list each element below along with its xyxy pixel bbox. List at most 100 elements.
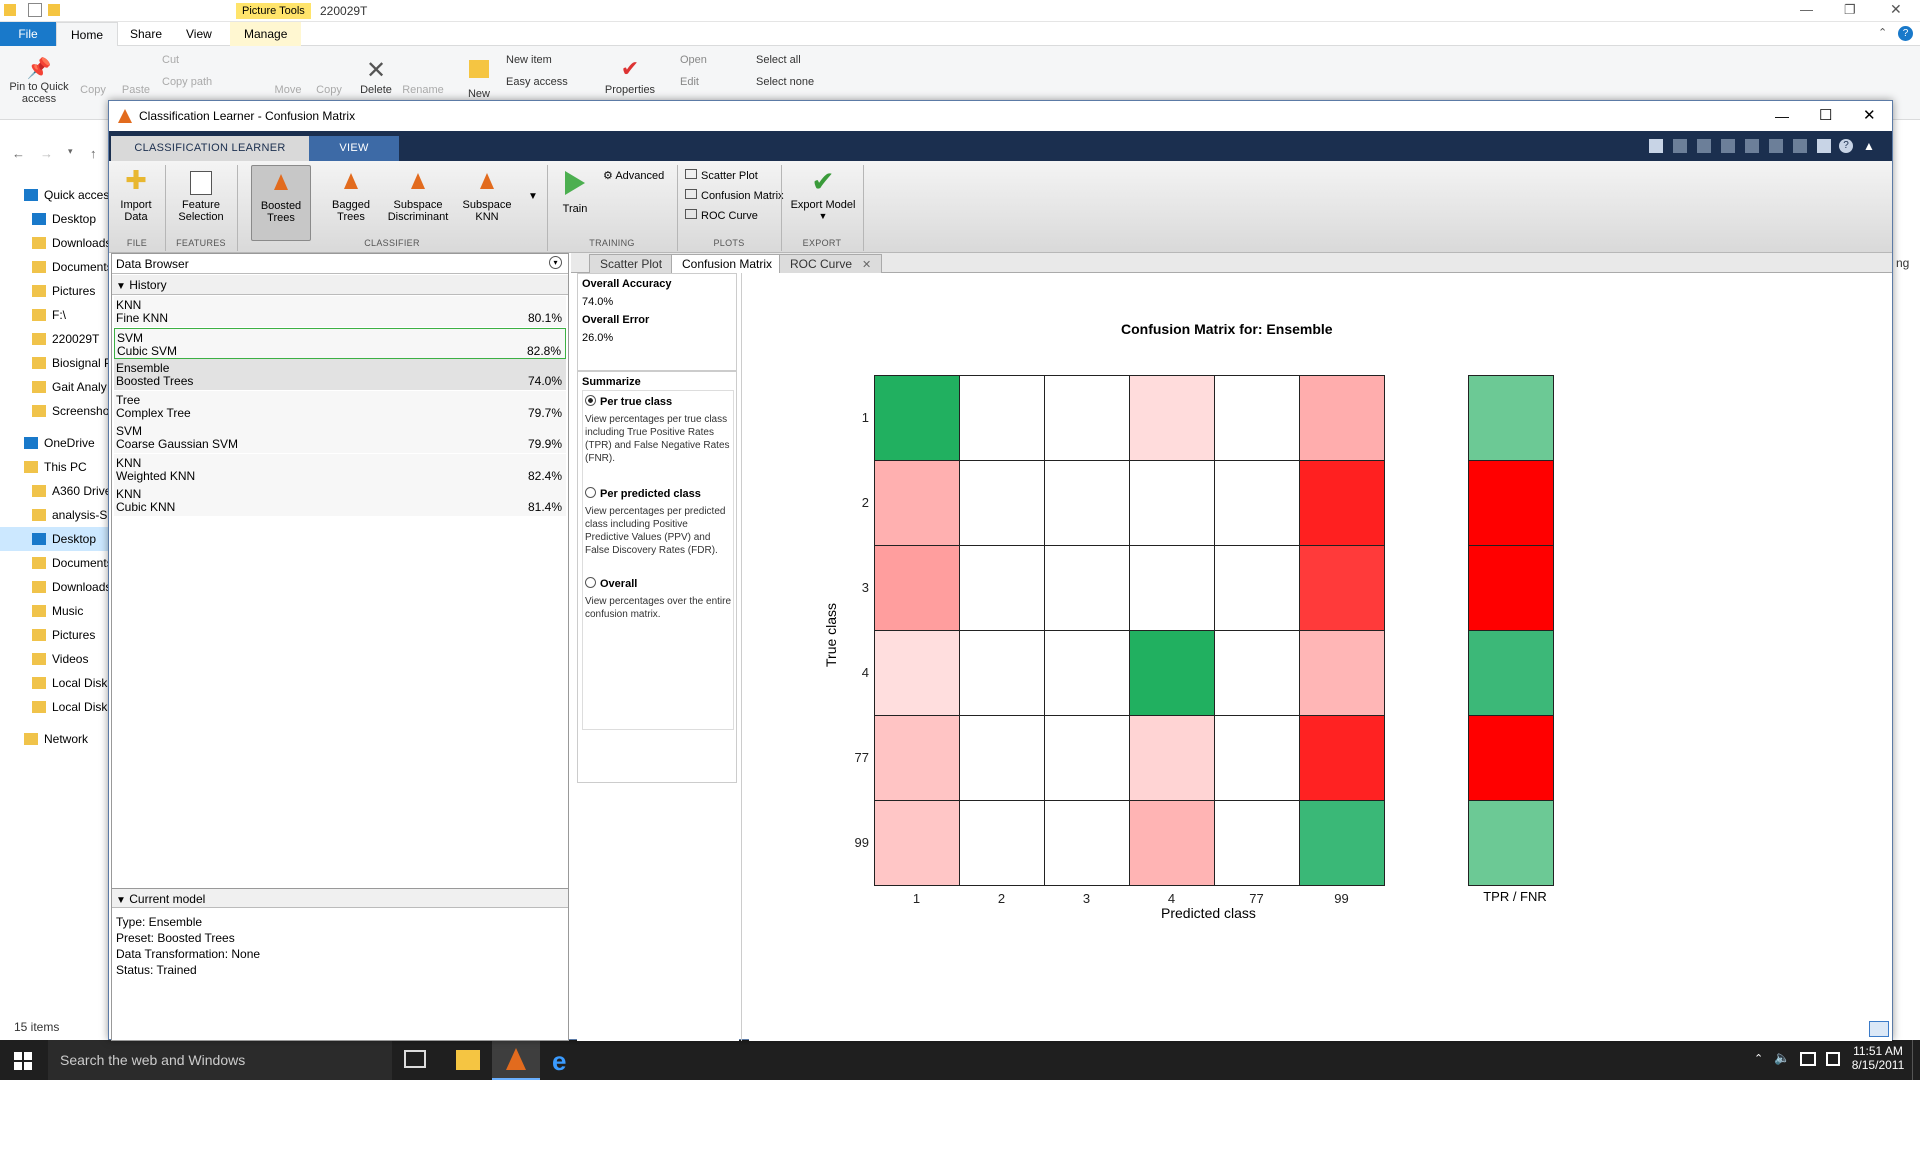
close-icon[interactable]: ✕	[1890, 1, 1902, 18]
open-button[interactable]: Open	[680, 54, 707, 66]
copy-to-button[interactable]: Copy	[312, 56, 346, 96]
network-icon[interactable]	[1800, 1052, 1816, 1066]
windows-start-icon[interactable]	[14, 1052, 32, 1070]
minimize-toolstrip-icon[interactable]: ▲	[1863, 139, 1877, 153]
move-to-button[interactable]: Move	[268, 56, 308, 96]
back-icon[interactable]: ←	[12, 146, 25, 161]
history-item[interactable]: SVM Coarse Gaussian SVM 79.9%	[114, 422, 566, 453]
tab-view-ml[interactable]: VIEW	[309, 136, 399, 161]
confusion-matrix-button[interactable]: Confusion Matrix	[685, 189, 784, 202]
nav-item[interactable]: This PC	[0, 455, 110, 479]
paste-tool-icon[interactable]	[1745, 139, 1759, 153]
volume-icon[interactable]: 🔈	[1774, 1050, 1790, 1066]
nav-item[interactable]: Screenshots	[0, 399, 110, 423]
train-button[interactable]: Train	[553, 165, 597, 241]
nav-item[interactable]: OneDrive	[0, 431, 110, 455]
nav-item[interactable]: Local Disk	[0, 671, 110, 695]
tab-file[interactable]: File	[0, 22, 56, 46]
file-explorer-taskbar-icon[interactable]	[456, 1050, 480, 1070]
nav-item[interactable]: Gait Analy	[0, 375, 110, 399]
history-item[interactable]: Ensemble Boosted Trees 74.0%	[114, 359, 566, 390]
feature-selection-button[interactable]: Feature Selection	[169, 165, 233, 241]
nav-item[interactable]: Documents	[0, 551, 110, 575]
show-desktop-button[interactable]	[1912, 1040, 1920, 1080]
task-view-icon[interactable]	[404, 1050, 426, 1068]
history-item[interactable]: KNN Cubic KNN 81.4%	[114, 485, 566, 516]
copy-path-button[interactable]: Copy path	[162, 76, 212, 88]
history-item[interactable]: SVM Cubic SVM 82.8%	[114, 327, 566, 359]
advanced-button[interactable]: ⚙ Advanced	[603, 169, 664, 182]
up-icon[interactable]: ↑	[90, 146, 97, 161]
properties-button[interactable]: ✔ Properties	[602, 56, 658, 96]
bagged-trees-button[interactable]: Bagged Trees	[321, 165, 381, 241]
window-minimize-icon[interactable]: —	[1775, 101, 1789, 131]
nav-item[interactable]: Pictures	[0, 279, 110, 303]
switch-windows-icon[interactable]	[1817, 139, 1831, 153]
help-icon[interactable]: ?	[1898, 26, 1913, 41]
nav-item[interactable]: Pictures	[0, 623, 110, 647]
collapse-ribbon-icon[interactable]: ⌃	[1878, 26, 1887, 39]
nav-item[interactable]: Network	[0, 727, 110, 751]
nav-item[interactable]: A360 Drive	[0, 479, 110, 503]
delete-button[interactable]: ✕ Delete	[356, 56, 396, 96]
rename-button[interactable]: Rename	[400, 56, 446, 96]
minimize-icon[interactable]: —	[1800, 2, 1813, 17]
history-item[interactable]: KNN Fine KNN 80.1%	[114, 296, 566, 327]
new-folder-button[interactable]: New	[462, 56, 496, 100]
matlab-taskbar-button[interactable]	[492, 1040, 540, 1080]
nav-item[interactable]: Documents	[0, 255, 110, 279]
copy-button[interactable]: Copy	[76, 56, 110, 96]
close-tab-icon[interactable]: ✕	[862, 259, 871, 271]
undo-icon[interactable]	[1769, 139, 1783, 153]
panel-menu-icon[interactable]: ▾	[549, 256, 562, 269]
forward-icon[interactable]: →	[40, 146, 53, 161]
subspace-knn-button[interactable]: Subspace KNN	[457, 165, 517, 241]
redo-icon[interactable]	[1793, 139, 1807, 153]
tab-manage[interactable]: Manage	[230, 22, 302, 46]
scatter-plot-button[interactable]: Scatter Plot	[685, 169, 758, 182]
cut-tool-icon[interactable]	[1697, 139, 1711, 153]
nav-item[interactable]: Biosignal P	[0, 351, 110, 375]
recent-icon[interactable]: ▾	[68, 146, 73, 157]
overall-radio[interactable]: Overall	[585, 577, 637, 590]
properties-quick-icon[interactable]	[28, 3, 42, 17]
dock-icon[interactable]	[1869, 1021, 1889, 1037]
nav-item[interactable]: 220029T	[0, 327, 110, 351]
help-ml-icon[interactable]: ?	[1839, 139, 1853, 153]
nav-item[interactable]: Desktop	[0, 207, 110, 231]
restore-icon[interactable]: ❐	[1844, 2, 1856, 18]
select-none-button[interactable]: Select none	[756, 76, 814, 88]
nav-item[interactable]: Quick access	[0, 183, 110, 207]
boosted-trees-button[interactable]: Boosted Trees	[251, 165, 311, 241]
new-item-button[interactable]: New item	[506, 54, 552, 66]
tray-chevron-icon[interactable]: ⌃	[1754, 1052, 1763, 1065]
new-folder-quick-icon[interactable]	[48, 4, 60, 16]
nav-item[interactable]: F:\	[0, 303, 110, 327]
current-model-header[interactable]: ▼ Current model	[112, 888, 568, 908]
tab-classification-learner[interactable]: CLASSIFICATION LEARNER	[111, 136, 309, 161]
paste-button[interactable]: Paste	[118, 56, 154, 96]
roc-curve-button[interactable]: ROC Curve	[685, 209, 758, 222]
easy-access-button[interactable]: Easy access	[506, 76, 568, 88]
layout-icon[interactable]	[1649, 139, 1663, 153]
cut-button[interactable]: Cut	[162, 54, 179, 66]
subspace-discriminant-button[interactable]: Subspace Discriminant	[385, 165, 451, 241]
history-item[interactable]: KNN Weighted KNN 82.4%	[114, 453, 566, 485]
window-close-icon[interactable]: ✕	[1863, 101, 1876, 131]
edge-icon[interactable]: e	[552, 1046, 566, 1077]
nav-item[interactable]: Local Disk	[0, 695, 110, 719]
nav-item[interactable]: Downloads	[0, 231, 110, 255]
tab-share[interactable]: Share	[116, 22, 176, 46]
nav-item[interactable]: Desktop	[0, 527, 110, 551]
export-model-button[interactable]: ✔ Export Model ▼	[787, 165, 859, 241]
history-header[interactable]: ▼ History	[112, 275, 568, 295]
tab-home[interactable]: Home	[56, 22, 119, 46]
tab-roc-curve[interactable]: ROC Curve ✕	[779, 254, 883, 273]
tab-view[interactable]: View	[172, 22, 226, 46]
pin-quick-access-button[interactable]: 📌 Pin to Quick access	[4, 56, 74, 105]
import-data-button[interactable]: ✚ Import Data	[113, 165, 159, 241]
classifier-gallery-dropdown[interactable]: ▼	[523, 191, 543, 211]
save-icon[interactable]	[1673, 139, 1687, 153]
history-item[interactable]: Tree Complex Tree 79.7%	[114, 390, 566, 422]
nav-item[interactable]: Music	[0, 599, 110, 623]
